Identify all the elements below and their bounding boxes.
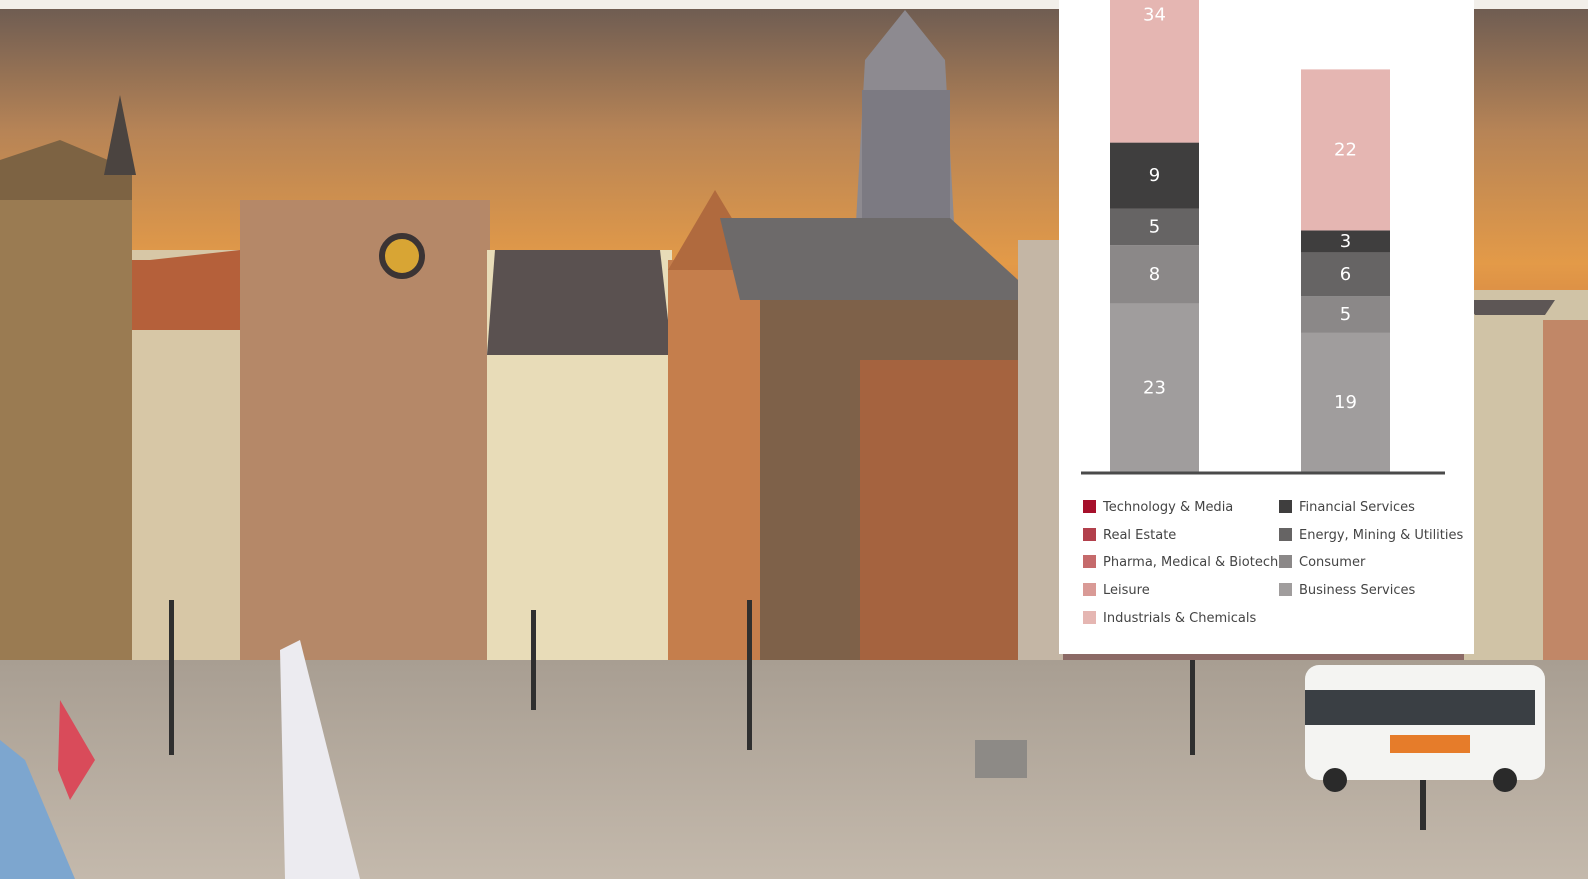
data-label: 5: [1340, 304, 1351, 325]
legend-item: Energy, Mining & Utilities: [1279, 527, 1464, 543]
legend-swatch: [1083, 583, 1096, 597]
legend-swatch: [1279, 555, 1292, 569]
legend-item: Financial Services: [1279, 500, 1415, 515]
legend-swatch: [1083, 500, 1096, 513]
data-label: 6: [1340, 264, 1351, 285]
legend-label: Business Services: [1299, 583, 1416, 599]
legend-swatch: [1279, 583, 1292, 597]
legend-label: Technology & Media: [1103, 500, 1234, 515]
legend-label: Real Estate: [1103, 527, 1177, 543]
data-label: 9: [1149, 165, 1160, 186]
legend-item: Technology & Media: [1083, 500, 1233, 515]
stacked-bar-chart: 23 8 5 9 34 19 5 6 3 22: [1081, 0, 1445, 475]
legend-item: Industrials & Chemicals: [1083, 610, 1257, 626]
legend-label: Leisure: [1103, 583, 1150, 599]
legend-swatch: [1279, 527, 1292, 541]
data-label: 22: [1334, 139, 1357, 160]
legend-label: Consumer: [1299, 555, 1366, 571]
data-label: 19: [1334, 392, 1357, 413]
legend-item: Business Services: [1279, 583, 1415, 598]
chart-panel: 23 8 5 9 34 19 5 6 3 22 Technology & Media Real Es…: [1059, 0, 1474, 654]
legend-label: Industrials & Chemicals: [1103, 610, 1257, 626]
data-label: 5: [1149, 216, 1160, 237]
data-label: 8: [1149, 264, 1160, 285]
legend-swatch: [1083, 610, 1096, 624]
legend-swatch: [1279, 500, 1292, 513]
data-label: 3: [1340, 231, 1351, 252]
data-label: 23: [1143, 377, 1166, 398]
legend-label: Pharma, Medical & Biotech: [1103, 555, 1279, 571]
legend-label: Energy, Mining & Utilities: [1299, 527, 1464, 543]
legend-item: Real Estate: [1083, 527, 1177, 543]
legend-item: Pharma, Medical & Biotech: [1083, 555, 1278, 570]
page: 23 8 5 9 34 19 5 6 3 22 Technology & Media Real Es…: [0, 0, 1588, 879]
data-label: 34: [1143, 5, 1166, 26]
legend-item: Consumer: [1279, 555, 1365, 570]
legend-label: Financial Services: [1299, 500, 1415, 515]
legend-swatch: [1083, 527, 1096, 541]
legend-item: Leisure: [1083, 583, 1150, 598]
legend-swatch: [1083, 555, 1096, 569]
